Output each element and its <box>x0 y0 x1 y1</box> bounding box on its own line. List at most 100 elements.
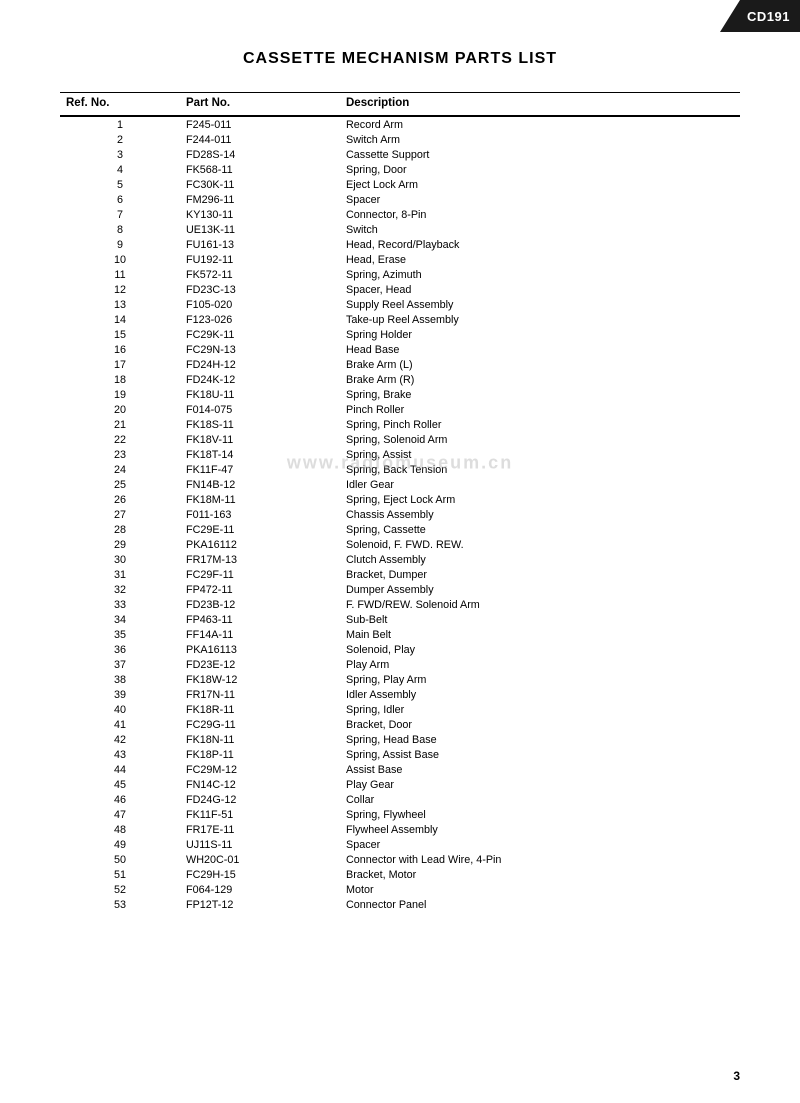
cell-ref: 1 <box>60 116 180 132</box>
cell-ref: 16 <box>60 342 180 357</box>
cell-desc: Spring, Assist Base <box>340 747 740 762</box>
cell-desc: Chassis Assembly <box>340 507 740 522</box>
cell-desc: Eject Lock Arm <box>340 177 740 192</box>
cell-desc: Brake Arm (R) <box>340 372 740 387</box>
table-row: 2F244-011Switch Arm <box>60 132 740 147</box>
table-row: 27F011-163Chassis Assembly <box>60 507 740 522</box>
table-row: 21FK18S-11Spring, Pinch Roller <box>60 417 740 432</box>
cell-ref: 6 <box>60 192 180 207</box>
cell-ref: 3 <box>60 147 180 162</box>
table-row: 50WH20C-01Connector with Lead Wire, 4-Pi… <box>60 852 740 867</box>
cell-desc: Idler Gear <box>340 477 740 492</box>
cell-ref: 53 <box>60 897 180 912</box>
cell-part: FC29E-11 <box>180 522 340 537</box>
cell-desc: Spring, Pinch Roller <box>340 417 740 432</box>
cell-ref: 26 <box>60 492 180 507</box>
table-row: 40FK18R-11Spring, Idler <box>60 702 740 717</box>
cell-ref: 10 <box>60 252 180 267</box>
cell-ref: 31 <box>60 567 180 582</box>
cell-ref: 44 <box>60 762 180 777</box>
cell-part: FK18M-11 <box>180 492 340 507</box>
cell-desc: Connector, 8-Pin <box>340 207 740 222</box>
parts-table: Ref. No. Part No. Description 1F245-011R… <box>60 92 740 912</box>
table-row: 5FC30K-11Eject Lock Arm <box>60 177 740 192</box>
cell-part: FD24H-12 <box>180 357 340 372</box>
table-row: 51FC29H-15Bracket, Motor <box>60 867 740 882</box>
cell-desc: Spring, Back Tension <box>340 462 740 477</box>
table-row: 11FK572-11Spring, Azimuth <box>60 267 740 282</box>
cell-part: FK18T-14 <box>180 447 340 462</box>
cell-part: F123-026 <box>180 312 340 327</box>
table-row: 7KY130-11Connector, 8-Pin <box>60 207 740 222</box>
cell-ref: 23 <box>60 447 180 462</box>
cell-part: FR17M-13 <box>180 552 340 567</box>
cell-part: FN14C-12 <box>180 777 340 792</box>
cell-part: WH20C-01 <box>180 852 340 867</box>
cell-desc: Spacer <box>340 837 740 852</box>
table-row: 8UE13K-11Switch <box>60 222 740 237</box>
cell-ref: 42 <box>60 732 180 747</box>
cell-ref: 8 <box>60 222 180 237</box>
cell-part: FK18W-12 <box>180 672 340 687</box>
table-row: 38FK18W-12Spring, Play Arm <box>60 672 740 687</box>
cell-ref: 38 <box>60 672 180 687</box>
cell-part: FK18S-11 <box>180 417 340 432</box>
table-row: 13F105-020Supply Reel Assembly <box>60 297 740 312</box>
table-row: 16FC29N-13Head Base <box>60 342 740 357</box>
table-row: 10FU192-11Head, Erase <box>60 252 740 267</box>
cell-ref: 13 <box>60 297 180 312</box>
cell-desc: Spring, Flywheel <box>340 807 740 822</box>
cell-desc: Head, Record/Playback <box>340 237 740 252</box>
cell-part: FC29N-13 <box>180 342 340 357</box>
cell-desc: Play Gear <box>340 777 740 792</box>
cell-part: FK18R-11 <box>180 702 340 717</box>
table-row: 26FK18M-11Spring, Eject Lock Arm <box>60 492 740 507</box>
cell-ref: 41 <box>60 717 180 732</box>
cell-desc: Solenoid, Play <box>340 642 740 657</box>
cell-desc: Spring Holder <box>340 327 740 342</box>
cell-ref: 29 <box>60 537 180 552</box>
cell-part: FD28S-14 <box>180 147 340 162</box>
cell-part: F011-163 <box>180 507 340 522</box>
cell-part: UE13K-11 <box>180 222 340 237</box>
cell-ref: 19 <box>60 387 180 402</box>
cell-part: FP472-11 <box>180 582 340 597</box>
cell-part: FN14B-12 <box>180 477 340 492</box>
table-body: 1F245-011Record Arm2F244-011Switch Arm3F… <box>60 116 740 912</box>
table-row: 9FU161-13Head, Record/Playback <box>60 237 740 252</box>
cell-ref: 37 <box>60 657 180 672</box>
cell-ref: 2 <box>60 132 180 147</box>
cell-ref: 21 <box>60 417 180 432</box>
cell-ref: 5 <box>60 177 180 192</box>
cell-desc: Bracket, Dumper <box>340 567 740 582</box>
table-row: 34FP463-11Sub-Belt <box>60 612 740 627</box>
cell-desc: Spring, Door <box>340 162 740 177</box>
col-header-desc: Description <box>340 93 740 117</box>
cell-ref: 47 <box>60 807 180 822</box>
cell-ref: 45 <box>60 777 180 792</box>
cell-desc: Assist Base <box>340 762 740 777</box>
table-row: 30FR17M-13Clutch Assembly <box>60 552 740 567</box>
cell-part: F105-020 <box>180 297 340 312</box>
cell-part: KY130-11 <box>180 207 340 222</box>
table-row: 4FK568-11Spring, Door <box>60 162 740 177</box>
cell-part: FD24G-12 <box>180 792 340 807</box>
cell-part: FC29H-15 <box>180 867 340 882</box>
cell-part: FC29G-11 <box>180 717 340 732</box>
cell-part: PKA16113 <box>180 642 340 657</box>
cell-desc: Spring, Brake <box>340 387 740 402</box>
table-row: 52F064-129Motor <box>60 882 740 897</box>
cell-ref: 36 <box>60 642 180 657</box>
cell-part: FR17E-11 <box>180 822 340 837</box>
cell-desc: Head Base <box>340 342 740 357</box>
table-row: 15FC29K-11Spring Holder <box>60 327 740 342</box>
cell-part: UJ11S-11 <box>180 837 340 852</box>
cell-ref: 48 <box>60 822 180 837</box>
cell-desc: Spacer, Head <box>340 282 740 297</box>
cell-ref: 50 <box>60 852 180 867</box>
table-row: 18FD24K-12Brake Arm (R) <box>60 372 740 387</box>
cell-ref: 25 <box>60 477 180 492</box>
cell-desc: Switch Arm <box>340 132 740 147</box>
cell-ref: 46 <box>60 792 180 807</box>
cell-desc: F. FWD/REW. Solenoid Arm <box>340 597 740 612</box>
